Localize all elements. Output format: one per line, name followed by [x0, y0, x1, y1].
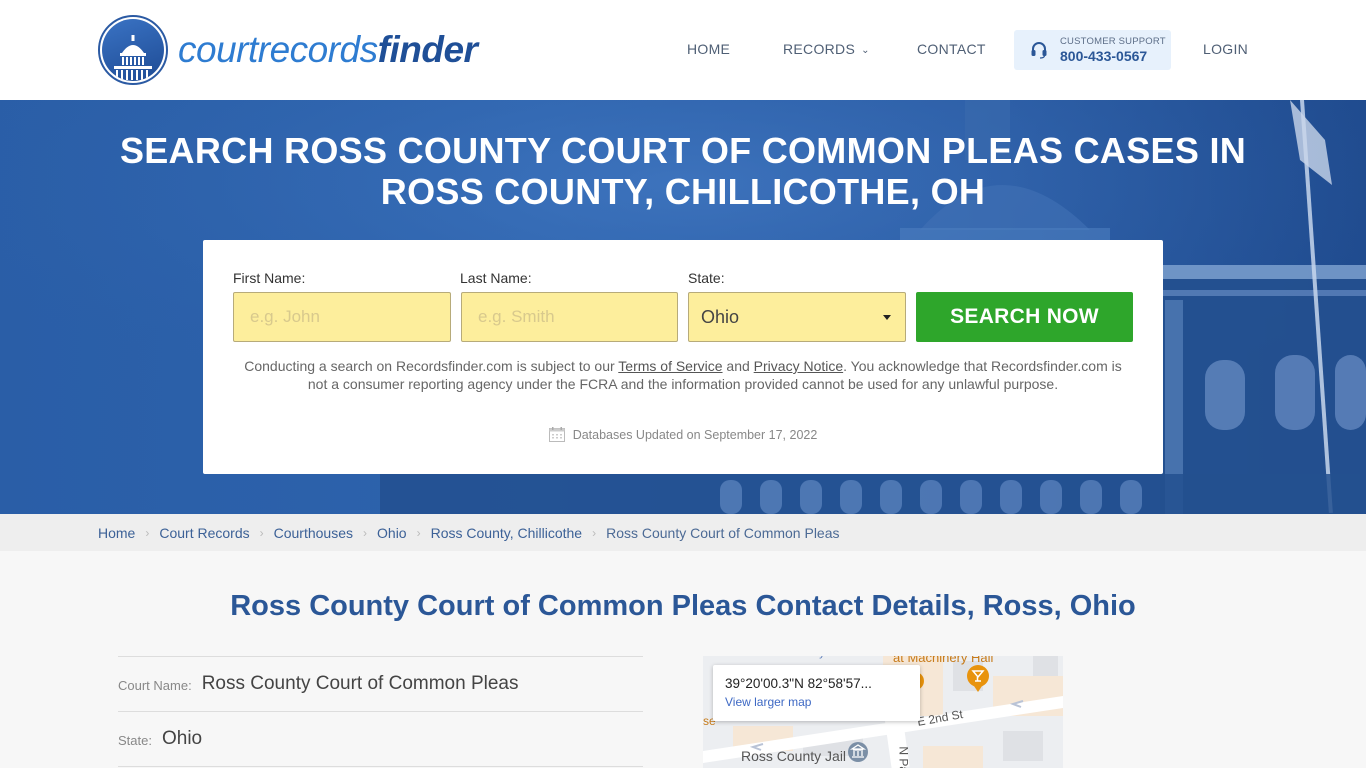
map-coordinates: 39°20'00.3"N 82°58'57... [725, 676, 872, 691]
terms-of-service-link[interactable]: Terms of Service [618, 358, 722, 374]
databases-updated-text: Databases Updated on September 17, 2022 [572, 427, 818, 442]
state-select-value: Ohio [701, 306, 740, 327]
court-details: Court Name: Ross County Court of Common … [118, 656, 643, 768]
breadcrumb-separator-icon: › [416, 525, 421, 540]
hero-section: SEARCH ROSS COUNTY COURT OF COMMON PLEAS… [0, 100, 1366, 514]
location-map[interactable]: Candy Store at Machinery Hall E 2nd St s… [703, 656, 1063, 768]
map-info-window: 39°20'00.3"N 82°58'57... View larger map [713, 665, 920, 721]
disclaimer-text: Conducting a search on Recordsfinder.com… [243, 357, 1123, 393]
nav-home[interactable]: HOME [687, 41, 730, 57]
detail-row-state: State: Ohio [118, 711, 643, 766]
last-name-label: Last Name: [460, 270, 532, 286]
last-name-input[interactable] [461, 292, 678, 342]
first-name-label: First Name: [233, 270, 306, 286]
disclaimer-and: and [722, 358, 754, 374]
hero-title-line2: ROSS COUNTY, CHILLICOTHE, OH [380, 171, 986, 212]
map-label-ross-county-jail: Ross County Jail [741, 748, 847, 764]
hero-title-line1: SEARCH ROSS COUNTY COURT OF COMMON PLEAS… [119, 130, 1247, 171]
calendar-icon [548, 427, 565, 442]
customer-support-button[interactable]: CUSTOMER SUPPORT 800-433-0567 [1014, 30, 1171, 70]
contact-details-title: Ross County Court of Common Pleas Contac… [230, 590, 1136, 622]
chevron-down-icon: ⌄ [861, 45, 870, 56]
detail-value: Ross County Court of Common Pleas [201, 673, 519, 694]
detail-label: State: [118, 733, 152, 748]
support-phone: 800-433-0567 [1060, 47, 1148, 64]
detail-row-court-name: Court Name: Ross County Court of Common … [118, 656, 643, 711]
search-form: First Name: Last Name: State: Ohio SEARC… [203, 240, 1163, 474]
nav-records-label: RECORDS [783, 41, 856, 57]
privacy-notice-link[interactable]: Privacy Notice [754, 358, 843, 374]
search-now-button[interactable]: SEARCH NOW [916, 292, 1133, 342]
headset-icon [1028, 41, 1050, 59]
state-select[interactable]: Ohio [688, 292, 906, 342]
breadcrumb-separator-icon: › [363, 525, 368, 540]
nav-records[interactable]: RECORDS ⌄ [783, 41, 870, 57]
view-larger-map-link[interactable]: View larger map [725, 695, 920, 709]
detail-value: Ohio [161, 728, 203, 749]
breadcrumb: Home › Court Records › Courthouses › Ohi… [0, 514, 1366, 551]
state-label: State: [688, 270, 725, 286]
site-header: courtrecordsfinder HOME RECORDS ⌄ CONTACT… [0, 0, 1366, 100]
main-nav: HOME RECORDS ⌄ CONTACT CUSTOMER SUPPORT 8… [0, 30, 1366, 70]
caret-down-icon [883, 315, 891, 320]
map-label-candy-store: Candy Store [793, 656, 854, 659]
breadcrumb-separator-icon: › [592, 525, 597, 540]
breadcrumb-ross-county[interactable]: Ross County, Chillicothe [431, 525, 582, 541]
breadcrumb-home[interactable]: Home [98, 525, 135, 541]
support-label: CUSTOMER SUPPORT [1060, 36, 1166, 48]
detail-label: Court Name: [118, 678, 192, 693]
breadcrumb-ohio[interactable]: Ohio [377, 525, 407, 541]
map-label-n-paint: N Pai [896, 746, 911, 768]
breadcrumb-current: Ross County Court of Common Pleas [606, 524, 840, 541]
hero-title: SEARCH ROSS COUNTY COURT OF COMMON PLEAS… [0, 130, 1366, 212]
nav-login[interactable]: LOGIN [1203, 41, 1248, 57]
disclaimer-pre: Conducting a search on Recordsfinder.com… [244, 358, 619, 374]
breadcrumb-separator-icon: › [145, 525, 150, 540]
breadcrumb-courthouses[interactable]: Courthouses [274, 525, 353, 541]
first-name-input[interactable] [233, 292, 451, 342]
breadcrumb-court-records[interactable]: Court Records [159, 525, 249, 541]
map-label-machinery-hall: at Machinery Hall [893, 656, 994, 665]
nav-contact[interactable]: CONTACT [917, 41, 986, 57]
databases-updated: Databases Updated on September 17, 2022 [203, 427, 1163, 442]
breadcrumb-separator-icon: › [259, 525, 264, 540]
